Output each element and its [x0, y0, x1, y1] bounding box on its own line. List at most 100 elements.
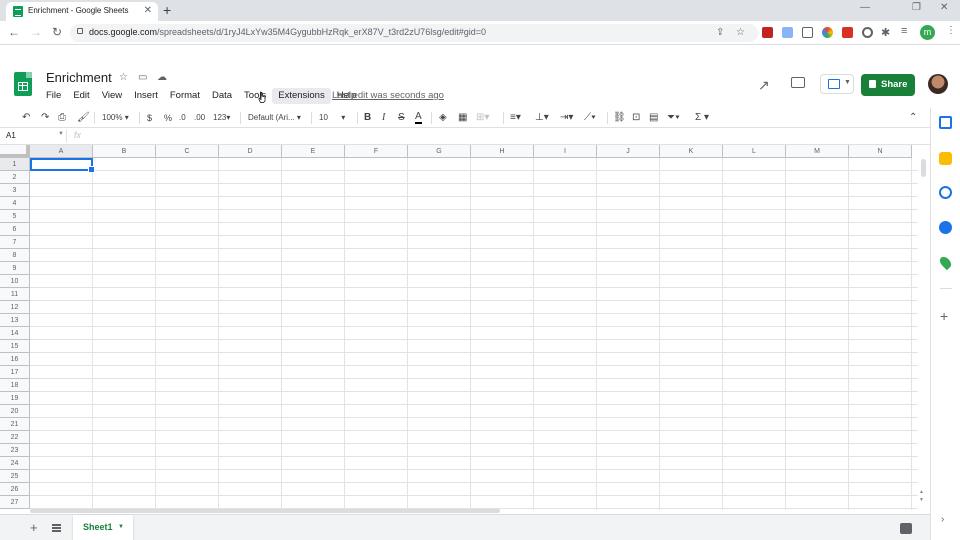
column-header-a[interactable]: A [30, 145, 93, 158]
row-header-17[interactable]: 17 [0, 366, 30, 379]
reload-icon[interactable]: ↻ [52, 25, 62, 39]
italic-button[interactable]: I [382, 111, 385, 125]
row-header-10[interactable]: 10 [0, 275, 30, 288]
tab-close-icon[interactable]: ✕ [144, 5, 152, 16]
maximize-button[interactable]: ❐ [912, 2, 921, 13]
name-box[interactable]: A1 [6, 131, 16, 140]
vertical-scroll-thumb[interactable] [921, 159, 926, 177]
percent-format-button[interactable]: % [164, 111, 172, 125]
close-window-button[interactable]: ✕ [940, 2, 948, 13]
back-icon[interactable]: ← [8, 25, 20, 39]
column-header-i[interactable]: I [534, 145, 597, 158]
row-header-7[interactable]: 7 [0, 236, 30, 249]
share-page-icon[interactable]: ⇪ [716, 27, 724, 38]
column-header-n[interactable]: N [849, 145, 912, 158]
all-sheets-menu-icon[interactable] [52, 524, 61, 532]
increase-decimal-button[interactable]: .00 [194, 111, 205, 125]
text-color-button[interactable]: A [415, 111, 422, 124]
cloud-saved-icon[interactable]: ☁ [157, 72, 167, 83]
keep-icon[interactable] [939, 152, 952, 165]
decrease-decimal-button[interactable]: .0 [179, 111, 186, 125]
zoom-select[interactable]: 100% ▾ [102, 111, 129, 125]
extension-icon-6[interactable] [862, 27, 873, 38]
chrome-menu-icon[interactable]: ⋮ [946, 25, 956, 36]
minimize-button[interactable]: — [860, 2, 870, 13]
reading-list-icon[interactable]: ≡ [901, 25, 907, 37]
row-header-1[interactable]: 1 [0, 158, 30, 171]
column-header-j[interactable]: J [597, 145, 660, 158]
row-header-19[interactable]: 19 [0, 392, 30, 405]
column-header-g[interactable]: G [408, 145, 471, 158]
font-family-select[interactable]: Default (Ari... ▾ [248, 111, 301, 125]
scroll-up-icon[interactable]: ▲ [919, 489, 924, 495]
address-bar[interactable]: docs.google.com/spreadsheets/d/1ryJ4LxYw… [70, 24, 758, 42]
menu-tools[interactable]: Tools [238, 88, 272, 104]
row-header-3[interactable]: 3 [0, 184, 30, 197]
bold-button[interactable]: B [364, 111, 371, 125]
add-sheet-button[interactable]: + [30, 520, 38, 535]
spreadsheet-grid[interactable]: ABCDEFGHIJKLMN 1 2 3 4 5 6 7 8 9 10 11 12 13 14 15 16 17… [0, 145, 918, 510]
comment-history-icon[interactable] [791, 77, 805, 88]
font-size-select[interactable]: 10 ▾ [319, 111, 345, 125]
column-header-e[interactable]: E [282, 145, 345, 158]
horizontal-align-icon[interactable]: ≡▾ [510, 111, 521, 125]
extension-icon-4[interactable] [822, 27, 833, 38]
redo-icon[interactable]: ↷ [41, 111, 49, 125]
insert-chart-icon[interactable]: ▤ [649, 111, 658, 125]
row-header-26[interactable]: 26 [0, 483, 30, 496]
maps-icon[interactable] [937, 254, 954, 271]
menu-data[interactable]: Data [206, 88, 238, 104]
explore-icon[interactable] [900, 523, 912, 534]
column-header-c[interactable]: C [156, 145, 219, 158]
chevron-down-icon[interactable]: ▼ [118, 524, 124, 530]
bookmark-star-icon[interactable]: ☆ [736, 27, 745, 38]
row-header-27[interactable]: 27 [0, 496, 30, 509]
get-addons-icon[interactable]: + [940, 308, 948, 324]
text-wrap-icon[interactable]: ⇥▾ [560, 111, 573, 125]
fill-color-icon[interactable]: ◈ [439, 111, 447, 125]
row-header-11[interactable]: 11 [0, 288, 30, 301]
currency-format-button[interactable]: $ [147, 111, 152, 125]
row-header-2[interactable]: 2 [0, 171, 30, 184]
row-header-13[interactable]: 13 [0, 314, 30, 327]
filter-icon[interactable]: ⏷▾ [667, 111, 680, 125]
menu-format[interactable]: Format [164, 88, 206, 104]
browser-tab[interactable]: Enrichment - Google Sheets ✕ [6, 2, 158, 21]
extension-icon-1[interactable] [762, 27, 773, 38]
contacts-icon[interactable] [939, 221, 952, 234]
formula-input[interactable] [90, 129, 918, 143]
chevron-down-icon[interactable]: ▼ [58, 131, 64, 137]
row-header-9[interactable]: 9 [0, 262, 30, 275]
document-title[interactable]: Enrichment [46, 70, 112, 85]
present-button[interactable]: ▼ [820, 74, 854, 94]
functions-button[interactable]: Σ ▾ [695, 111, 709, 125]
row-header-25[interactable]: 25 [0, 470, 30, 483]
calendar-icon[interactable] [939, 116, 952, 129]
row-header-8[interactable]: 8 [0, 249, 30, 262]
activity-trend-icon[interactable]: ↗ [758, 77, 770, 94]
column-header-m[interactable]: M [786, 145, 849, 158]
paint-format-icon[interactable]: 🖌 [77, 111, 90, 125]
row-header-22[interactable]: 22 [0, 431, 30, 444]
column-header-f[interactable]: F [345, 145, 408, 158]
collapse-toolbar-icon[interactable]: ⌃ [909, 111, 917, 125]
vertical-scrollbar[interactable]: ▲ ▼ [918, 145, 928, 510]
star-icon[interactable]: ☆ [119, 72, 128, 83]
share-button[interactable]: Share [861, 74, 915, 96]
column-header-h[interactable]: H [471, 145, 534, 158]
menu-view[interactable]: View [96, 88, 128, 104]
forward-icon[interactable]: → [30, 25, 42, 39]
row-header-4[interactable]: 4 [0, 197, 30, 210]
strikethrough-button[interactable]: S [398, 111, 405, 125]
last-edit-link[interactable]: Last edit was seconds ago [332, 90, 444, 101]
extension-icon-3[interactable] [802, 27, 813, 38]
horizontal-scroll-thumb[interactable] [30, 509, 500, 513]
borders-icon[interactable]: ▦ [458, 111, 467, 125]
google-sheets-logo-icon[interactable] [14, 72, 32, 96]
new-tab-button[interactable]: + [163, 2, 171, 18]
tasks-icon[interactable] [939, 186, 952, 199]
column-header-l[interactable]: L [723, 145, 786, 158]
menu-insert[interactable]: Insert [128, 88, 164, 104]
menu-edit[interactable]: Edit [67, 88, 95, 104]
print-icon[interactable]: ⎙ [58, 111, 66, 125]
